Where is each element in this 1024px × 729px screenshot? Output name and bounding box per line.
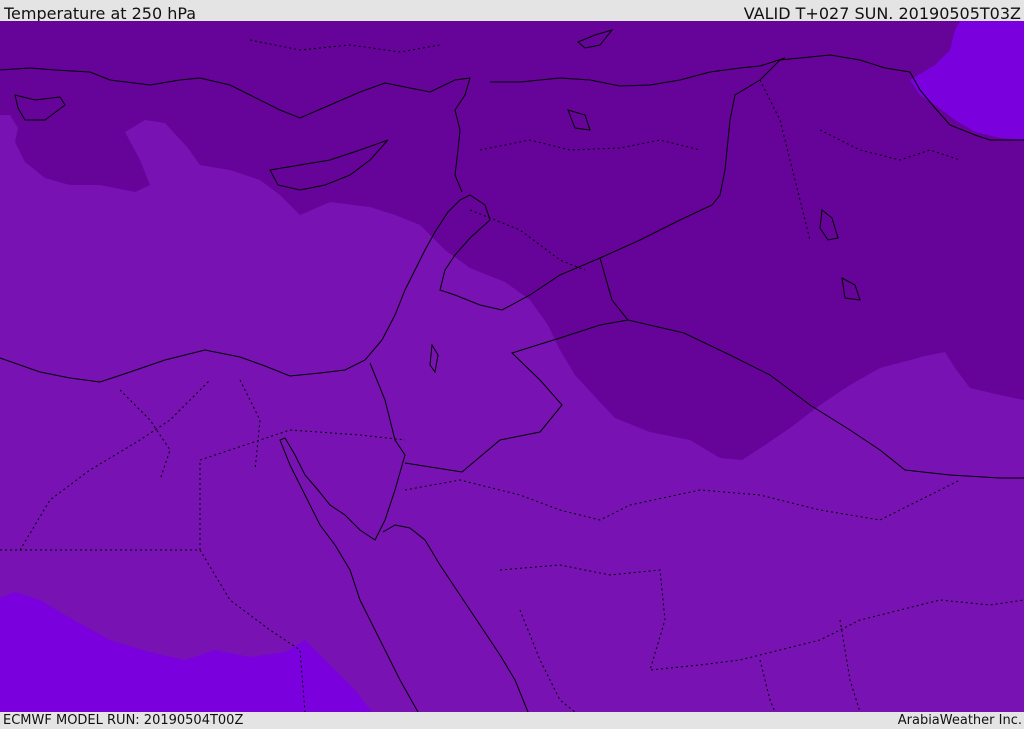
credit-label: ArabiaWeather Inc.: [897, 713, 1022, 728]
model-run-label: ECMWF MODEL RUN: 20190504T00Z: [3, 713, 244, 728]
weather-map[interactable]: [0, 21, 1024, 712]
